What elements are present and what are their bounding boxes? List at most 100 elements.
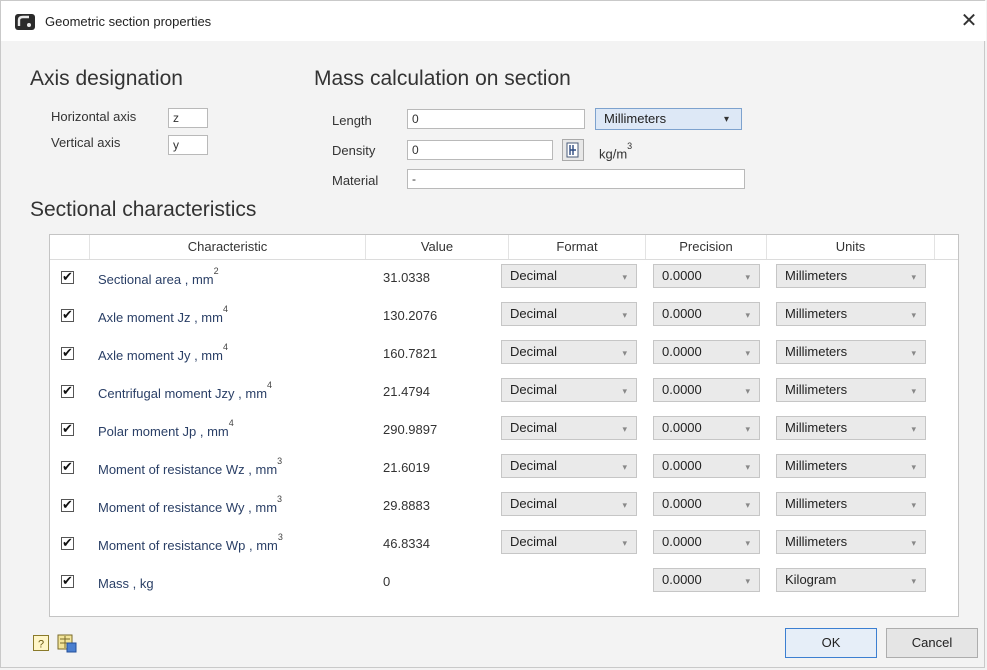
- ok-button[interactable]: OK: [785, 628, 877, 658]
- format-dropdown[interactable]: Decimal ▾: [501, 530, 637, 554]
- row-checkbox[interactable]: ✔: [61, 307, 74, 322]
- precision-dropdown[interactable]: 0.0000 ▾: [653, 378, 760, 402]
- density-input[interactable]: 0: [407, 140, 553, 160]
- characteristic-name: Polar moment Jp , mm: [98, 424, 229, 439]
- density-units-text: kg/m: [599, 146, 628, 162]
- format-value: Decimal: [510, 268, 557, 283]
- format-dropdown[interactable]: Decimal ▾: [501, 416, 637, 440]
- units-dropdown[interactable]: Millimeters ▾: [776, 302, 926, 326]
- format-dropdown[interactable]: Decimal ▾: [501, 264, 637, 288]
- units-value: Millimeters: [785, 534, 848, 549]
- units-dropdown[interactable]: Millimeters ▾: [776, 530, 926, 554]
- characteristic-label: Sectional area , mm2: [98, 266, 219, 287]
- chevron-down-icon: ▾: [745, 348, 750, 358]
- row-checkbox[interactable]: ✔: [61, 573, 74, 588]
- precision-dropdown[interactable]: 0.0000 ▾: [653, 568, 760, 592]
- unit-exponent: 4: [228, 418, 234, 428]
- density-units-label: kg/m3: [599, 141, 632, 162]
- app-icon: [15, 14, 35, 30]
- characteristic-value: 160.7821: [383, 346, 438, 361]
- mass-calculation-heading: Mass calculation on section: [314, 67, 571, 90]
- characteristic-value: 130.2076: [383, 308, 438, 323]
- units-dropdown[interactable]: Millimeters ▾: [776, 454, 926, 478]
- unit-exponent: 3: [277, 494, 283, 504]
- cancel-button[interactable]: Cancel: [886, 628, 978, 658]
- chevron-down-icon: ▾: [745, 424, 750, 434]
- units-dropdown[interactable]: Millimeters ▾: [776, 378, 926, 402]
- vertical-axis-input[interactable]: y: [168, 135, 208, 155]
- column-header-characteristic[interactable]: Characteristic: [90, 235, 366, 259]
- characteristic-label: Polar moment Jp , mm4: [98, 418, 234, 439]
- units-dropdown[interactable]: Kilogram ▾: [776, 568, 926, 592]
- chevron-down-icon: ▾: [911, 576, 916, 586]
- characteristic-label: Moment of resistance Wp , mm3: [98, 532, 283, 553]
- format-dropdown[interactable]: Decimal ▾: [501, 340, 637, 364]
- table-row: ✔ Moment of resistance Wz , mm3 21.6019 Dec…: [50, 451, 958, 489]
- length-input[interactable]: 0: [407, 109, 585, 129]
- precision-dropdown[interactable]: 0.0000 ▾: [653, 264, 760, 288]
- column-header-precision[interactable]: Precision: [646, 235, 767, 259]
- chevron-down-icon: ▾: [622, 310, 627, 320]
- chevron-down-icon: ▾: [622, 538, 627, 548]
- material-input[interactable]: -: [407, 169, 745, 189]
- units-dropdown[interactable]: Millimeters ▾: [776, 264, 926, 288]
- format-dropdown[interactable]: Decimal ▾: [501, 454, 637, 478]
- column-header-units[interactable]: Units: [767, 235, 935, 259]
- precision-value: 0.0000: [662, 458, 702, 473]
- precision-dropdown[interactable]: 0.0000 ▾: [653, 302, 760, 326]
- length-units-dropdown[interactable]: Millimeters ▾: [595, 108, 742, 130]
- format-dropdown[interactable]: Decimal ▾: [501, 378, 637, 402]
- characteristic-name: Moment of resistance Wz , mm: [98, 462, 278, 477]
- row-checkbox[interactable]: ✔: [61, 383, 74, 398]
- precision-value: 0.0000: [662, 534, 702, 549]
- column-header-format[interactable]: Format: [509, 235, 646, 259]
- unit-exponent: 4: [222, 304, 228, 314]
- format-value: Decimal: [510, 458, 557, 473]
- close-icon[interactable]: ✕: [956, 9, 982, 33]
- material-label: Material: [332, 173, 379, 188]
- units-value: Millimeters: [785, 344, 848, 359]
- horizontal-axis-input[interactable]: z: [168, 108, 208, 128]
- vertical-axis-label: Vertical axis: [51, 135, 121, 150]
- help-icon[interactable]: ?: [33, 635, 49, 651]
- table-row: ✔ Mass , kg 0 0.0000 ▾ Kilogram ▾: [50, 565, 958, 603]
- unit-exponent: 4: [222, 342, 228, 352]
- row-checkbox[interactable]: ✔: [61, 421, 74, 436]
- unit-exponent: 4: [267, 380, 273, 390]
- format-dropdown[interactable]: Decimal ▾: [501, 492, 637, 516]
- units-dropdown[interactable]: Millimeters ▾: [776, 492, 926, 516]
- characteristic-value: 31.0338: [383, 270, 430, 285]
- material-library-button[interactable]: [562, 139, 584, 161]
- horizontal-axis-label: Horizontal axis: [51, 109, 137, 124]
- characteristic-label: Axle moment Jy , mm4: [98, 342, 228, 363]
- row-checkbox[interactable]: ✔: [61, 535, 74, 550]
- chevron-down-icon: ▾: [622, 462, 627, 472]
- precision-dropdown[interactable]: 0.0000 ▾: [653, 454, 760, 478]
- precision-dropdown[interactable]: 0.0000 ▾: [653, 416, 760, 440]
- row-checkbox[interactable]: ✔: [61, 269, 74, 284]
- table-row: ✔ Moment of resistance Wy , mm3 29.8883 Dec…: [50, 489, 958, 527]
- row-checkbox[interactable]: ✔: [61, 345, 74, 360]
- units-dropdown[interactable]: Millimeters ▾: [776, 416, 926, 440]
- row-checkbox[interactable]: ✔: [61, 497, 74, 512]
- format-dropdown[interactable]: Decimal ▾: [501, 302, 637, 326]
- row-checkbox[interactable]: ✔: [61, 459, 74, 474]
- characteristic-name: Axle moment Jy , mm: [98, 348, 223, 363]
- unit-exponent: 2: [213, 266, 219, 276]
- precision-dropdown[interactable]: 0.0000 ▾: [653, 492, 760, 516]
- precision-dropdown[interactable]: 0.0000 ▾: [653, 530, 760, 554]
- dialog-window: Geometric section properties ✕ Axis desi…: [0, 0, 986, 668]
- characteristic-label: Axle moment Jz , mm4: [98, 304, 228, 325]
- characteristic-label: Moment of resistance Wy , mm3: [98, 494, 282, 515]
- chevron-down-icon: ▾: [911, 310, 916, 320]
- export-table-icon[interactable]: [57, 633, 77, 653]
- precision-dropdown[interactable]: 0.0000 ▾: [653, 340, 760, 364]
- chevron-down-icon: ▾: [911, 500, 916, 510]
- characteristics-table: Characteristic Value Format Precision Un…: [49, 234, 959, 617]
- units-dropdown[interactable]: Millimeters ▾: [776, 340, 926, 364]
- check-icon: ✔: [62, 307, 73, 322]
- column-header-value[interactable]: Value: [366, 235, 509, 259]
- format-value: Decimal: [510, 420, 557, 435]
- check-icon: ✔: [62, 383, 73, 398]
- title-bar: Geometric section properties ✕: [1, 1, 986, 41]
